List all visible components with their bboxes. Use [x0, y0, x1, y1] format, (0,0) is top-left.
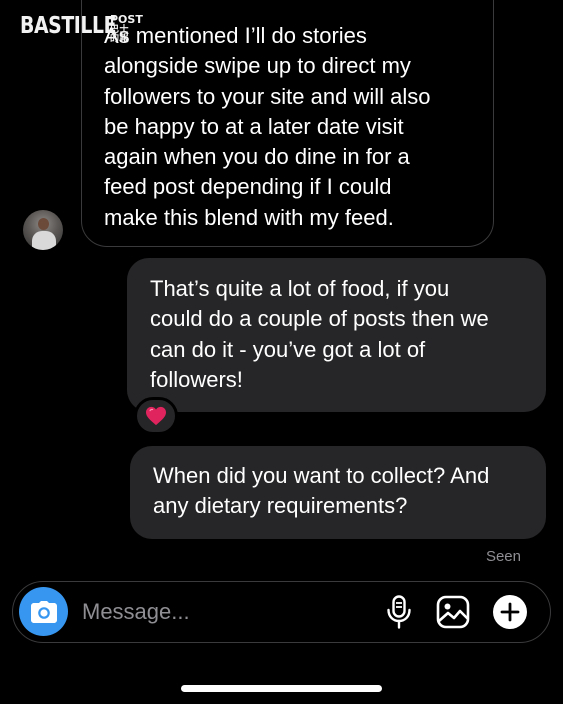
sent-message-bubble[interactable]: That’s quite a lot of food, if you could…: [127, 258, 546, 412]
seen-status: Seen: [485, 548, 521, 565]
received-message-bubble[interactable]: As mentioned I’ll do stories alongside s…: [81, 0, 494, 247]
watermark-logo: BASTILLE POST 巴士的報: [20, 13, 143, 44]
heart-reaction[interactable]: [134, 397, 178, 435]
avatar[interactable]: [23, 210, 63, 250]
watermark-side-top: POST: [110, 13, 143, 26]
home-indicator[interactable]: [181, 685, 382, 692]
sent-message-bubble[interactable]: When did you want to collect? And any di…: [130, 446, 546, 539]
sent-message-text: When did you want to collect? And any di…: [153, 463, 490, 519]
camera-icon: [30, 600, 57, 623]
gallery-icon: [436, 595, 470, 629]
received-message-text: As mentioned I’ll do stories alongside s…: [104, 23, 431, 230]
watermark-side-bottom: 巴士的報: [110, 25, 130, 44]
heart-icon: [146, 406, 166, 426]
sent-message-text: That’s quite a lot of food, if you could…: [150, 276, 489, 392]
microphone-button[interactable]: [381, 594, 417, 630]
add-button[interactable]: [492, 594, 528, 630]
camera-button[interactable]: [19, 587, 68, 636]
watermark-text: BASTILLE: [20, 13, 117, 39]
message-composer: [12, 581, 551, 643]
message-input[interactable]: [80, 594, 374, 630]
microphone-icon: [387, 595, 411, 629]
plus-icon: [493, 595, 527, 629]
gallery-button[interactable]: [435, 594, 471, 630]
